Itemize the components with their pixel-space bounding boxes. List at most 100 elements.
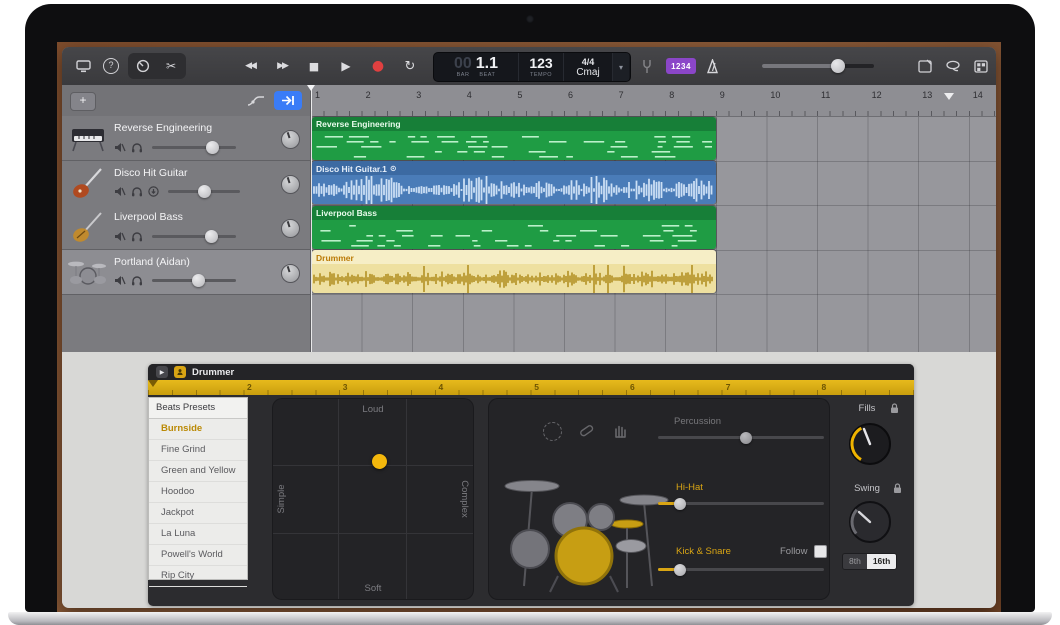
preset-item-la-luna[interactable]: La Luna: [149, 524, 247, 545]
track-header-disco-hit-guitar[interactable]: Disco Hit Guitar: [62, 161, 310, 206]
track-header-liverpool-bass[interactable]: Liverpool Bass: [62, 205, 310, 250]
preset-item-rip-city[interactable]: Rip City: [149, 566, 247, 587]
ruler-number: 9: [720, 90, 725, 100]
pan-knob[interactable]: [281, 175, 300, 194]
track-volume-slider[interactable]: [168, 190, 240, 193]
tambourine-icon[interactable]: [543, 422, 562, 441]
quick-help-button[interactable]: ?: [98, 54, 124, 78]
drum-kit-illustration[interactable]: [494, 446, 684, 596]
hihat-label: Hi-Hat: [676, 482, 703, 493]
handclap-icon[interactable]: [611, 421, 629, 439]
timeline[interactable]: 1 2 3 4 5 6 7 8 9 10 11 12 13 14: [311, 85, 996, 352]
laptop-frame: ? ✂ ◀◀ ▶▶ ■ ▶ ● ↻: [25, 4, 1035, 612]
percussion-slider[interactable]: [658, 436, 824, 439]
preset-item-fine-grind[interactable]: Fine Grind: [149, 440, 247, 461]
preset-item-jackpot[interactable]: Jackpot: [149, 503, 247, 524]
track-volume-slider[interactable]: [152, 235, 236, 238]
rewind-button[interactable]: ◀◀: [235, 54, 265, 78]
lcd-key-section[interactable]: 4/4 Cmaj: [564, 53, 613, 81]
automation-button[interactable]: [242, 91, 270, 110]
kick-snare-thumb[interactable]: [674, 564, 686, 576]
add-track-button[interactable]: +: [70, 92, 96, 111]
editor-ruler[interactable]: 2 3 4 5 6 7 8: [148, 380, 914, 395]
shaker-icon[interactable]: [577, 421, 596, 440]
pan-knob[interactable]: [281, 264, 300, 283]
pan-knob[interactable]: [281, 130, 300, 149]
track-header-portland-aidan[interactable]: Portland (Aidan): [62, 250, 310, 295]
count-in-button[interactable]: 1234: [666, 58, 696, 74]
lcd-tempo-section[interactable]: 123 TEMPO: [519, 53, 564, 81]
percussion-thumb[interactable]: [740, 432, 752, 444]
stop-button[interactable]: ■: [299, 54, 329, 78]
preset-item-burnside[interactable]: Burnside: [149, 419, 247, 440]
solo-headphones-icon[interactable]: [131, 231, 143, 242]
hihat-slider[interactable]: [658, 502, 824, 505]
mute-icon[interactable]: [114, 186, 126, 197]
region-drummer[interactable]: Drummer: [312, 250, 716, 293]
track-volume-thumb[interactable]: [192, 274, 205, 287]
forward-button[interactable]: ▶▶: [267, 54, 297, 78]
fills-lock-icon[interactable]: [890, 403, 899, 414]
track-volume-thumb[interactable]: [206, 141, 219, 154]
metronome-button[interactable]: [700, 54, 724, 78]
smart-controls-button[interactable]: [130, 54, 156, 78]
swing-knob[interactable]: [847, 499, 893, 545]
mute-icon[interactable]: [114, 142, 126, 153]
kick-snare-slider[interactable]: [658, 568, 824, 571]
master-volume-thumb[interactable]: [831, 59, 845, 73]
xy-pad[interactable]: Loud Soft Simple Complex: [272, 398, 474, 600]
editor-ruler-number: 5: [534, 382, 539, 392]
editor-play-button[interactable]: ▶: [156, 366, 168, 378]
ruler-number: 5: [517, 90, 522, 100]
mute-icon[interactable]: [114, 275, 126, 286]
follow-tempo-icon: ⊙: [390, 164, 397, 173]
master-volume-slider[interactable]: [762, 64, 874, 68]
lcd-position-section[interactable]: 00 1.1 BAR BEAT: [434, 53, 519, 81]
mute-icon[interactable]: [114, 231, 126, 242]
loop-browser-button[interactable]: [940, 54, 966, 78]
project-end-marker[interactable]: [944, 93, 954, 100]
timeline-ruler[interactable]: 1 2 3 4 5 6 7 8 9 10 11 12 13 14: [311, 85, 996, 117]
solo-headphones-icon[interactable]: [131, 142, 143, 153]
track-volume-slider[interactable]: [152, 146, 236, 149]
playhead[interactable]: [311, 85, 312, 352]
track-header-reverse-engineering[interactable]: Reverse Engineering: [62, 116, 310, 161]
record-button[interactable]: ●: [363, 54, 393, 78]
pan-knob[interactable]: [281, 219, 300, 238]
hihat-thumb[interactable]: [674, 498, 686, 510]
solo-headphones-icon[interactable]: [131, 275, 143, 286]
track-volume-slider[interactable]: [152, 279, 236, 282]
fills-knob[interactable]: [847, 421, 893, 467]
region-liverpool-bass[interactable]: Liverpool Bass: [312, 206, 716, 249]
editors-button[interactable]: ✂: [158, 54, 184, 78]
ruler-number: 8: [669, 90, 674, 100]
region-disco-hit-guitar[interactable]: Disco Hit Guitar.1 ⊙: [312, 161, 716, 204]
solo-headphones-icon[interactable]: [131, 186, 143, 197]
follow-checkbox[interactable]: [814, 545, 827, 558]
play-button[interactable]: ▶: [331, 54, 361, 78]
preset-item-green-and-yellow[interactable]: Green and Yellow: [149, 461, 247, 482]
swing-lock-icon[interactable]: [893, 483, 902, 494]
region-reverse-engineering[interactable]: Reverse Engineering: [312, 117, 716, 160]
track-volume-thumb[interactable]: [205, 230, 218, 243]
notepad-button[interactable]: [912, 54, 938, 78]
xy-pad-puck[interactable]: [372, 454, 387, 469]
swing-8th-button[interactable]: 8th: [843, 554, 867, 569]
lcd-display[interactable]: 00 1.1 BAR BEAT 123 TEMPO 4/4: [433, 52, 631, 82]
preset-item-powells-world[interactable]: Powell's World: [149, 545, 247, 566]
xy-label-simple: Simple: [276, 484, 287, 513]
catch-playhead-button[interactable]: [274, 91, 302, 110]
tuner-button[interactable]: [636, 54, 658, 78]
track-volume-thumb[interactable]: [198, 185, 211, 198]
preset-item-hoodoo[interactable]: Hoodoo: [149, 482, 247, 503]
input-monitor-icon[interactable]: [148, 186, 159, 197]
track-name: Liverpool Bass: [114, 211, 183, 223]
cycle-button[interactable]: ↻: [395, 54, 425, 78]
stop-icon: ■: [309, 60, 319, 73]
library-button[interactable]: [70, 54, 96, 78]
laptop-base: [8, 612, 1052, 625]
media-browser-button[interactable]: [968, 54, 994, 78]
swing-16th-button[interactable]: 16th: [867, 554, 896, 569]
ruler-number: 7: [619, 90, 624, 100]
lcd-mode-chevron[interactable]: ▾: [613, 53, 629, 81]
